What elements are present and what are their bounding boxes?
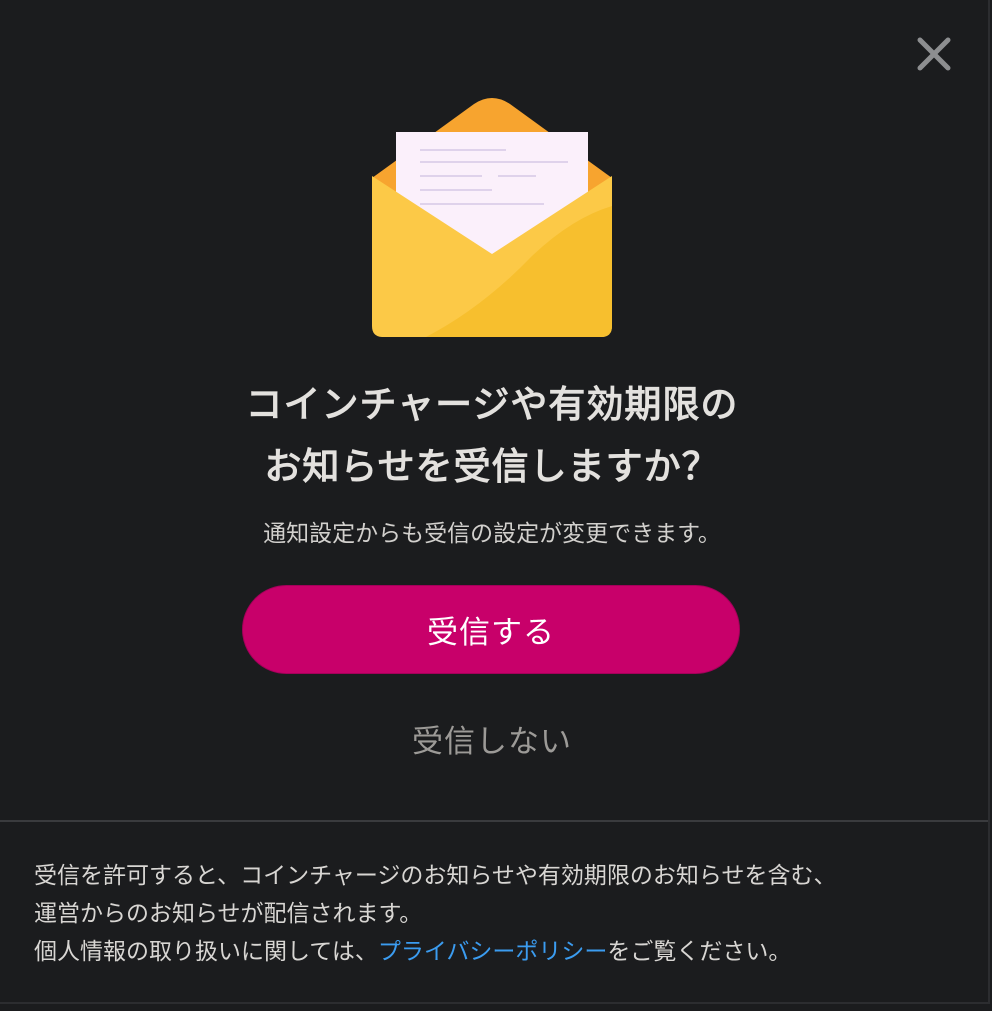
footer-line-3: 個人情報の取り扱いに関しては、プライバシーポリシーをご覧ください。 <box>34 933 954 971</box>
footer-line-3-prefix: 個人情報の取り扱いに関しては、 <box>34 939 378 965</box>
dialog-subtitle: 通知設定からも受信の設定が変更できます。 <box>263 521 721 547</box>
privacy-policy-link[interactable]: プライバシーポリシー <box>378 939 608 965</box>
footer-line-2: 運営からのお知らせが配信されます。 <box>34 901 423 927</box>
dialog-title: コインチャージや有効期限の お知らせを受信しますか？ <box>0 374 984 498</box>
decline-notifications-button[interactable]: 受信しない <box>342 710 642 766</box>
dialog-title-line-2: お知らせを受信しますか？ <box>264 445 720 488</box>
footer-divider <box>0 820 988 822</box>
accept-notifications-button[interactable]: 受信する <box>242 585 740 674</box>
footer-line-1: 受信を許可すると、コインチャージのお知らせや有効期限のお知らせを含む、 <box>34 863 837 889</box>
open-envelope-icon <box>372 96 612 338</box>
footer-line-3-suffix: をご覧ください。 <box>607 939 792 965</box>
dialog-title-line-1: コインチャージや有効期限の <box>245 383 739 426</box>
dialog-footer: 受信を許可すると、コインチャージのお知らせや有効期限のお知らせを含む、 運営から… <box>34 857 954 971</box>
close-icon <box>917 37 951 71</box>
notification-permission-dialog: コインチャージや有効期限の お知らせを受信しますか？ 通知設定からも受信の設定が… <box>0 0 990 1004</box>
close-button[interactable] <box>908 28 960 80</box>
